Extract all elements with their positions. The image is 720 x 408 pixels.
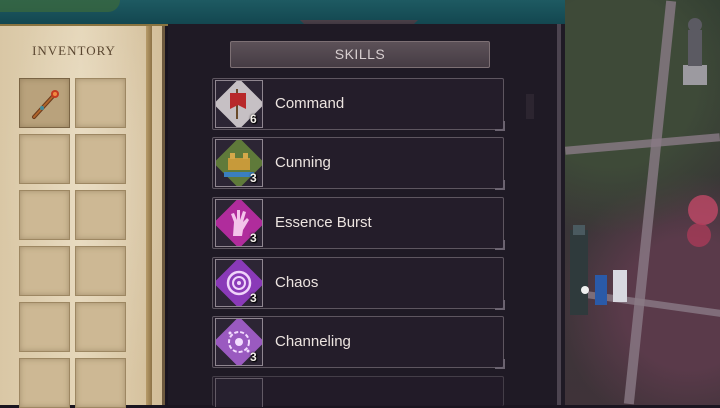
skill-name: Cunning xyxy=(275,154,331,171)
skill-row-command[interactable]: 6 Command xyxy=(212,78,505,131)
skill-row-partial[interactable] xyxy=(212,376,504,407)
skill-row-cunning[interactable]: 3 Cunning xyxy=(212,137,505,190)
inventory-slot[interactable] xyxy=(75,134,126,184)
army-unit-icon[interactable] xyxy=(565,220,635,330)
row-corner xyxy=(495,359,505,369)
row-corner xyxy=(495,240,505,250)
skill-icon-partial xyxy=(215,378,263,407)
skills-title: SKILLS xyxy=(334,46,386,62)
skills-frame xyxy=(557,24,561,405)
skill-level: 3 xyxy=(250,350,257,364)
skills-panel: SKILLS 6 Command 3 Cunning 3 Essence Bur… xyxy=(168,24,565,407)
inventory-title: INVENTORY xyxy=(32,43,116,58)
map-road xyxy=(623,0,677,405)
inventory-slot[interactable] xyxy=(75,302,126,352)
inventory-slot[interactable] xyxy=(19,358,70,408)
skills-header: SKILLS xyxy=(230,41,490,68)
inventory-panel: INVENTORY xyxy=(0,26,165,408)
inventory-slot[interactable] xyxy=(75,190,126,240)
skill-level: 6 xyxy=(250,112,257,126)
skill-level: 3 xyxy=(250,291,257,305)
inventory-slot[interactable] xyxy=(19,134,70,184)
inventory-slot[interactable] xyxy=(75,358,126,408)
skill-row-chaos[interactable]: 3 Chaos xyxy=(212,257,505,310)
inventory-slot[interactable] xyxy=(75,246,126,296)
inventory-slot[interactable] xyxy=(19,302,70,352)
row-corner xyxy=(495,300,505,310)
inventory-slot[interactable] xyxy=(75,78,126,128)
skill-name: Chaos xyxy=(275,274,319,291)
inventory-slot[interactable] xyxy=(19,246,70,296)
scrollbar[interactable] xyxy=(526,94,534,119)
banner-ornament xyxy=(0,0,120,12)
row-corner xyxy=(495,180,505,190)
row-corner xyxy=(495,121,505,131)
skill-level: 3 xyxy=(250,171,257,185)
top-banner xyxy=(0,0,565,26)
world-map[interactable] xyxy=(565,0,720,405)
skill-name: Channeling xyxy=(275,333,351,350)
map-road xyxy=(565,133,720,155)
inventory-slot[interactable] xyxy=(19,78,70,128)
staff-icon[interactable] xyxy=(28,87,62,121)
statue-icon[interactable] xyxy=(675,10,715,90)
tree-icon xyxy=(687,195,718,247)
skill-row-essence-burst[interactable]: 3 Essence Burst xyxy=(212,197,505,250)
skill-level: 3 xyxy=(250,231,257,245)
inventory-slot[interactable] xyxy=(19,190,70,240)
skill-name: Command xyxy=(275,95,345,112)
skill-name: Essence Burst xyxy=(275,214,372,231)
inventory-border xyxy=(146,26,152,405)
skill-row-channeling[interactable]: 3 Channeling xyxy=(212,316,505,369)
inventory-grid xyxy=(19,78,126,408)
